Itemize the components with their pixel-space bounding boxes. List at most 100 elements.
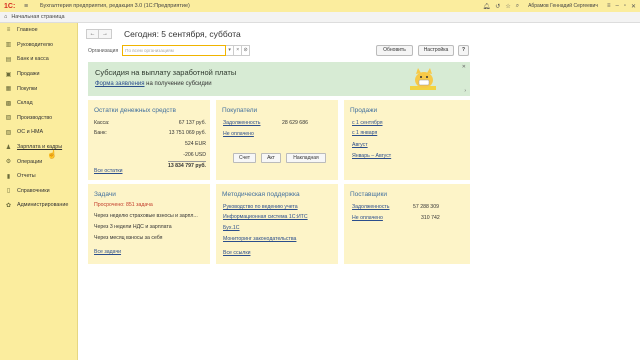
sidebar-item-sales[interactable]: ▣ Продажи	[0, 67, 77, 82]
settings-button[interactable]: Настройка	[418, 45, 454, 56]
star-icon[interactable]: ☆	[505, 3, 510, 10]
all-links-link[interactable]: Все ссылки	[223, 250, 251, 256]
banner-form-link[interactable]: Форма заявления	[95, 81, 145, 87]
tab-home[interactable]: ⌂ Начальная страница	[4, 14, 65, 20]
bell-icon[interactable]: 🔔︎	[483, 3, 491, 10]
suppliers-unpaid-link[interactable]: Не оплачено	[352, 215, 383, 221]
dropdown-icon[interactable]: ▾	[226, 45, 235, 56]
tab-home-label: Начальная страница	[11, 14, 65, 20]
sidebar-item-purchases[interactable]: ▦ Покупки	[0, 81, 77, 96]
buyers-debt-value: 28 629 686	[282, 120, 308, 126]
sidebar-item-production[interactable]: ▨ Производство	[0, 111, 77, 126]
reports-icon: ▮	[6, 173, 11, 180]
support-link[interactable]: Бух.1С	[223, 225, 240, 231]
history-icon[interactable]: ↺	[495, 3, 500, 10]
card-title: Покупатели	[222, 107, 258, 114]
suppliers-unpaid-value: 310 742	[421, 215, 440, 221]
sidebar-item-label: Покупки	[17, 85, 38, 92]
card-title: Поставщики	[350, 191, 387, 198]
support-link[interactable]: Информационная система 1С:ИТС	[223, 214, 308, 220]
task-item[interactable]: Через неделю страховые взносы и зарпл...	[94, 213, 198, 219]
support-link[interactable]: Руководство по ведению учета	[223, 204, 298, 210]
support-card: Методическая поддержка Руководство по ве…	[216, 184, 338, 264]
forward-button[interactable]: →	[99, 29, 112, 39]
sidebar-item-management[interactable]: ▥ Руководителю	[0, 38, 77, 53]
cart-icon: ▣	[5, 71, 12, 78]
back-button[interactable]: ←	[86, 29, 99, 39]
card-title: Остатки денежных средств	[94, 107, 176, 114]
sidebar: ≡ Главное ▥ Руководителю ▤ Банк и касса ▣ Пр…	[0, 23, 78, 360]
title-bar-tools: 🔔︎ ↺ ☆ ⌕ Абрамов Геннадий Сергеевич ≡ – …	[483, 0, 636, 12]
suppliers-debt-value: 57 288 309	[413, 204, 439, 210]
refresh-button[interactable]: Обновить	[376, 45, 413, 56]
book-icon: ▯	[6, 188, 11, 195]
org-filter: Организация По всем организациям ▾ × ⊘	[88, 45, 251, 56]
sales-link[interactable]: с 1 сентября	[352, 120, 383, 126]
buyers-unpaid-link[interactable]: Не оплачено	[223, 131, 254, 137]
sidebar-item-main[interactable]: ≡ Главное	[0, 23, 77, 38]
sidebar-item-label: Производство	[17, 114, 53, 121]
minimize-icon[interactable]: –	[615, 3, 618, 9]
sidebar-item-label: Администрирование	[17, 202, 69, 209]
sidebar-item-warehouse[interactable]: ▩ Склад	[0, 96, 77, 111]
more-icon[interactable]: ≡	[607, 3, 611, 9]
sidebar-item-catalogs[interactable]: ▯ Справочники	[0, 184, 77, 199]
total-value: 13 834 797 руб.	[167, 163, 206, 169]
sidebar-item-label: Операции	[17, 158, 43, 165]
org-label: Организация	[88, 47, 119, 54]
sidebar-item-salary[interactable]: ♟ Зарплата и кадры	[0, 140, 77, 155]
task-item[interactable]: Через 3 недели НДС и зарплата	[94, 224, 172, 230]
waybill-button[interactable]: Накладная	[286, 153, 326, 163]
sales-link[interactable]: с 1 января	[352, 130, 377, 136]
sidebar-item-label: ОС и НМА	[17, 129, 44, 136]
home-icon: ≡	[6, 27, 11, 34]
search-icon[interactable]: ⌕	[516, 3, 519, 10]
support-link[interactable]: Мониторинг законодательства	[223, 236, 296, 242]
sales-link[interactable]: Август	[352, 142, 368, 148]
sidebar-item-assets[interactable]: ▧ ОС и НМА	[0, 125, 77, 140]
app-title: Бухгалтерия предприятия, редакция 3.0 (1…	[40, 3, 190, 9]
cash-label: Касса:	[94, 120, 110, 126]
bank-value: 13 751 069 руб.	[168, 130, 206, 136]
card-title: Задачи	[94, 191, 116, 198]
close-icon[interactable]: ✕	[631, 3, 636, 10]
cash-card: Остатки денежных средств Касса: 67 137 р…	[88, 100, 210, 180]
sidebar-item-label: Справочники	[17, 187, 50, 194]
basket-icon: ▦	[5, 86, 12, 93]
user-name[interactable]: Абрамов Геннадий Сергеевич	[528, 3, 598, 9]
bank-label: Банк:	[94, 130, 107, 136]
task-item[interactable]: Через месяц взносы за себя	[94, 235, 162, 241]
org-input[interactable]: По всем организациям	[122, 45, 227, 56]
sidebar-item-reports[interactable]: ▮ Отчеты	[0, 169, 77, 184]
link-icon[interactable]: ⊘	[242, 45, 251, 56]
assets-icon: ▧	[5, 129, 12, 136]
sidebar-item-admin[interactable]: ✿ Администрирование	[0, 198, 77, 213]
bank-icon: ▤	[5, 56, 12, 63]
suppliers-debt-link[interactable]: Задолженность	[352, 204, 390, 210]
buyers-debt-link[interactable]: Задолженность	[223, 120, 261, 126]
sales-link[interactable]: Январь – Август	[352, 153, 391, 159]
clear-icon[interactable]: ×	[234, 45, 243, 56]
all-tasks-link[interactable]: Все задачи	[94, 249, 121, 255]
nav-row: ← → Сегодня: 5 сентября, суббота	[86, 29, 241, 39]
sidebar-item-bank[interactable]: ▤ Банк и касса	[0, 52, 77, 67]
overdue-tasks[interactable]: Просрочено: 851 задача	[94, 202, 153, 208]
close-icon[interactable]: ✕	[462, 64, 466, 70]
menu-icon[interactable]: ≡	[24, 3, 32, 10]
sales-card: Продажи с 1 сентября с 1 января Август Я…	[344, 100, 470, 180]
invoice-button[interactable]: Счет	[233, 153, 256, 163]
act-button[interactable]: Акт	[261, 153, 281, 163]
maximize-icon[interactable]: ▫	[624, 3, 626, 9]
cat-mascot-icon	[410, 68, 436, 90]
cash-value: 67 137 руб.	[178, 120, 206, 126]
sidebar-item-operations[interactable]: ⚙ Операции	[0, 154, 77, 169]
chart-icon: ▥	[5, 42, 12, 49]
all-balances-link[interactable]: Все остатки	[94, 168, 123, 174]
people-icon: ♟	[5, 144, 12, 151]
sidebar-item-label: Руководителю	[17, 41, 53, 48]
subsidy-banner: Субсидия на выплату заработной платы Фор…	[88, 62, 470, 96]
help-button[interactable]: ?	[458, 45, 469, 56]
card-title: Продажи	[350, 107, 378, 114]
chevron-right-icon[interactable]: ›	[464, 88, 466, 94]
banner-tail: на получение субсидии	[144, 81, 212, 87]
